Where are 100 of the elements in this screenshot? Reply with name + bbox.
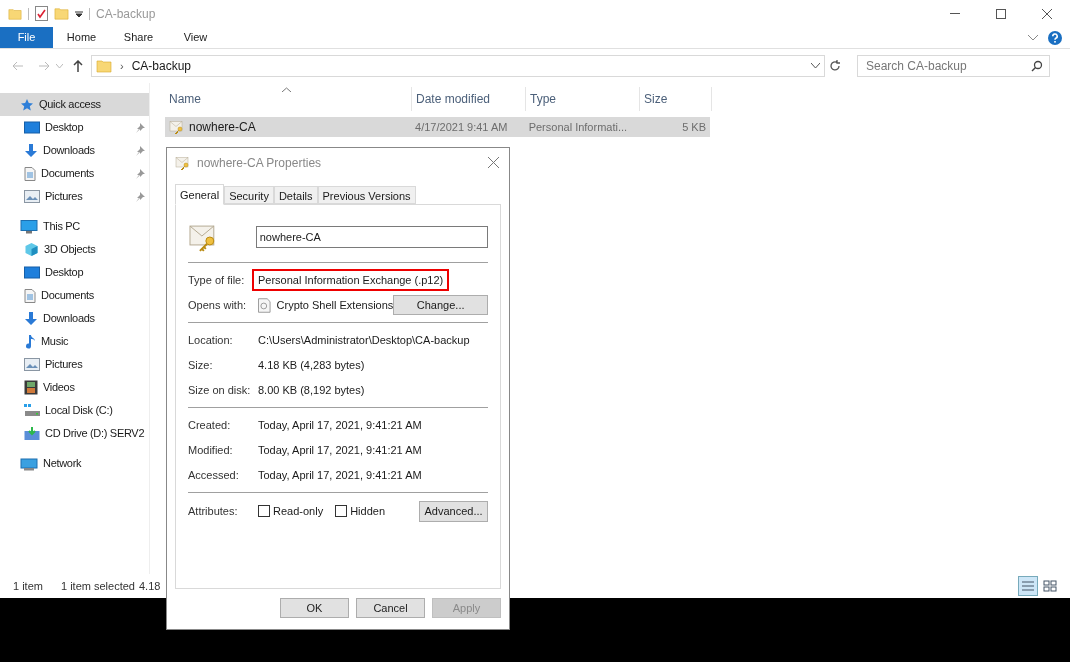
pin-icon[interactable] (135, 191, 145, 202)
column-header[interactable]: Type (526, 87, 640, 111)
close-icon[interactable] (488, 157, 499, 168)
sidebar-item[interactable]: Documents (0, 162, 149, 185)
sidebar-item[interactable]: Downloads (0, 139, 149, 162)
property-value: Personal Information Exchange (.p12) (252, 268, 450, 292)
property-value: Today, April 17, 2021, 9:41:21 AM (258, 442, 422, 458)
up-icon[interactable] (73, 60, 83, 72)
property-value: Crypto Shell Extensions (276, 297, 394, 313)
folder-icon (96, 58, 112, 74)
property-label: Type of file: (188, 272, 246, 288)
dialog-button[interactable]: OK (280, 598, 349, 618)
property-label: Modified: (188, 442, 234, 458)
sidebar-item[interactable]: Downloads (0, 307, 149, 330)
download-icon (24, 143, 38, 158)
item-count: 1 item (13, 578, 43, 594)
picture-icon (24, 358, 40, 371)
property-value: 8.00 KB (8,192 bytes) (258, 382, 365, 398)
search-icon (1031, 60, 1043, 72)
advanced-button[interactable]: Advanced... (419, 500, 488, 522)
properties-icon[interactable] (35, 6, 48, 21)
document-gear-icon (258, 297, 271, 313)
video-icon (24, 380, 38, 395)
property-label: Size on disk: (188, 382, 252, 398)
expand-ribbon-icon[interactable] (1028, 34, 1038, 41)
close-icon[interactable] (1042, 8, 1052, 19)
disk-icon (24, 404, 40, 417)
folder-icon (54, 6, 69, 21)
dialog-tab[interactable]: Previous Versions (317, 186, 416, 204)
dialog-button[interactable]: Cancel (356, 598, 425, 618)
sidebar-item[interactable]: Pictures (0, 353, 149, 376)
window-title: CA-backup (96, 5, 156, 23)
property-value: Today, April 17, 2021, 9:41:21 AM (258, 417, 422, 433)
sidebar-item[interactable]: Desktop (0, 261, 149, 284)
property-label: Size: (188, 357, 214, 373)
address-bar[interactable]: › CA-backup (91, 55, 825, 77)
ribbon-tab[interactable]: Share (110, 27, 167, 48)
refresh-icon[interactable] (829, 60, 841, 72)
checkbox[interactable] (258, 505, 270, 517)
selection-size: 4.18 (138, 578, 161, 594)
document-icon (24, 166, 36, 181)
sidebar-item[interactable]: Videos (0, 376, 149, 399)
dialog-tab[interactable]: Security (224, 186, 274, 204)
table-cell-text: 5 KB (681, 119, 707, 135)
ribbon-tab[interactable]: File (0, 27, 53, 48)
pin-icon[interactable] (135, 145, 145, 156)
cd-icon (24, 426, 40, 441)
property-label: Attributes: (188, 503, 239, 519)
sidebar-item[interactable]: Pictures (0, 185, 149, 208)
pin-icon[interactable] (135, 122, 145, 133)
dropdown-icon[interactable] (75, 9, 83, 18)
ribbon-tab[interactable]: Home (53, 27, 110, 48)
sidebar-item[interactable]: 3D Objects (0, 238, 149, 261)
dialog-tab[interactable]: General (175, 184, 225, 205)
pin-icon[interactable] (135, 168, 145, 179)
file-row[interactable]: nowhere-CA 4/17/2021 9:41 AM Personal Informati... 5 KB (165, 117, 710, 137)
dialog-tab[interactable]: Details (273, 186, 318, 204)
desktop-icon (24, 120, 40, 135)
document-icon (24, 288, 36, 303)
sidebar-item[interactable]: Network (0, 452, 149, 475)
column-header[interactable]: Size (640, 87, 712, 111)
table-cell-text: 4/17/2021 9:41 AM (414, 119, 509, 135)
desktop-icon (24, 265, 40, 280)
dialog-title: nowhere-CA Properties (197, 154, 322, 172)
sidebar-item[interactable]: Quick access (0, 93, 149, 116)
sort-ascending-icon (282, 87, 291, 92)
address-dropdown-icon[interactable] (811, 63, 820, 69)
checkbox[interactable] (335, 505, 348, 517)
column-header[interactable]: Date modified (412, 87, 526, 111)
breadcrumb-item[interactable]: CA-backup (131, 57, 192, 75)
selection-info: 1 item selected (60, 578, 135, 594)
property-label: Location: (188, 332, 234, 348)
network-icon (20, 456, 38, 471)
change-button[interactable]: Change... (393, 295, 488, 315)
property-label: Created: (188, 417, 232, 433)
sidebar-item[interactable]: Music (0, 330, 149, 353)
sidebar-item[interactable]: This PC (0, 215, 149, 238)
sidebar-item[interactable]: Desktop (0, 116, 149, 139)
sidebar-item[interactable]: CD Drive (D:) SERV2 (0, 422, 149, 445)
checkbox-label[interactable]: Read-only (273, 502, 324, 520)
certificate-key-icon (175, 154, 191, 171)
file-name-field[interactable]: nowhere-CA (255, 226, 488, 248)
checkbox-label[interactable]: Hidden (350, 502, 385, 520)
pc-icon (20, 219, 38, 234)
property-label: Opens with: (188, 297, 248, 313)
picture-icon (24, 190, 40, 203)
property-value: 4.18 KB (4,283 bytes) (258, 357, 365, 373)
sidebar-item[interactable]: Local Disk (C:) (0, 399, 149, 422)
sidebar-item[interactable]: Documents (0, 284, 149, 307)
column-header[interactable]: Name (165, 87, 412, 111)
table-cell-text: Personal Informati... (527, 119, 629, 135)
certificate-key-icon (169, 119, 185, 135)
ribbon-tab[interactable]: View (167, 27, 224, 48)
help-icon[interactable] (1048, 30, 1062, 45)
star-icon (20, 97, 34, 112)
download-icon (24, 311, 38, 326)
music-icon (24, 334, 36, 349)
property-value: Today, April 17, 2021, 9:41:21 AM (258, 467, 422, 483)
search-field[interactable]: Search CA-backup (857, 55, 1050, 77)
breadcrumb-chevron: › (120, 58, 124, 74)
